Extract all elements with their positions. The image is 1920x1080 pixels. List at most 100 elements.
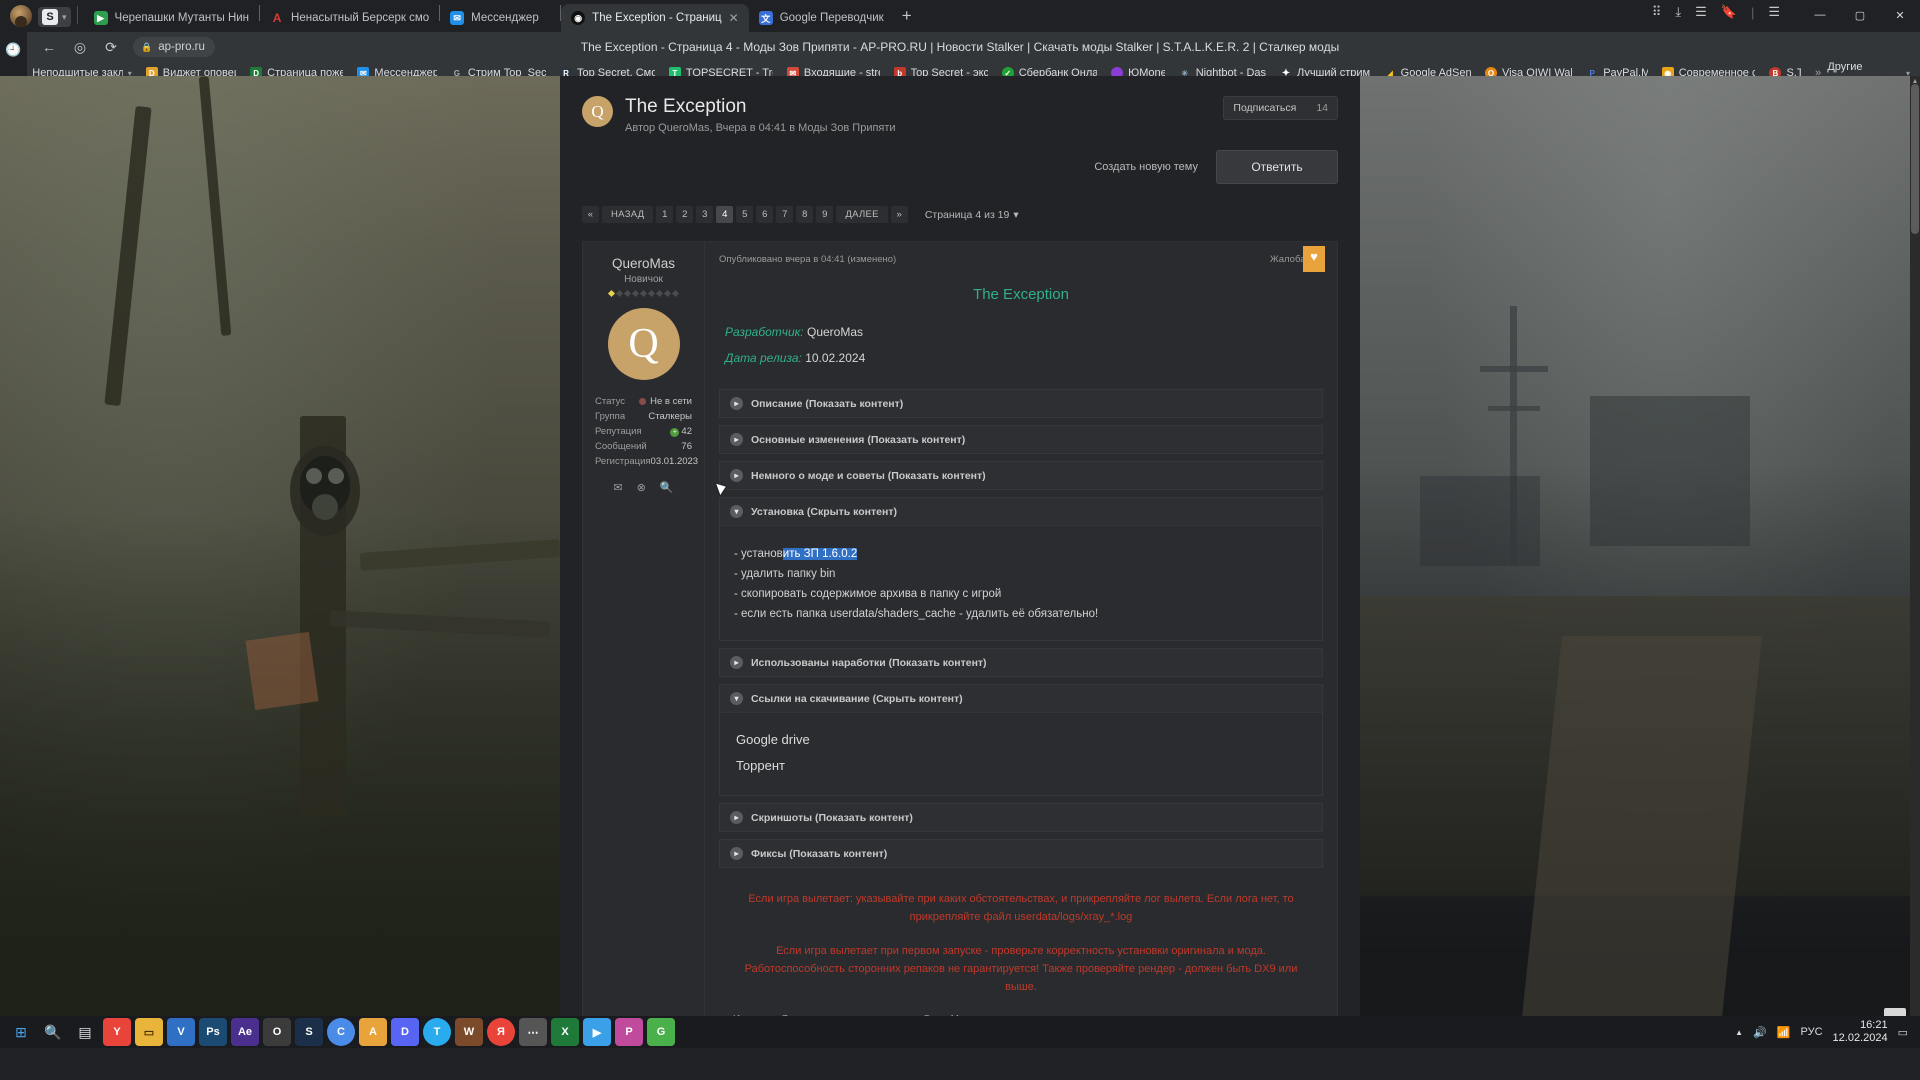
page-last[interactable]: »: [890, 206, 908, 223]
page-info[interactable]: Страница 4 из 19 ▾: [925, 209, 1019, 221]
taskbar-app-explorer[interactable]: ▭: [134, 1017, 164, 1047]
spoiler-header[interactable]: ▸ Фиксы (Показать контент): [720, 840, 1322, 867]
taskbar-app-winrar[interactable]: W: [454, 1017, 484, 1047]
scrollbar-thumb[interactable]: [1911, 84, 1919, 234]
close-button[interactable]: ✕: [1880, 0, 1920, 30]
search-icon[interactable]: 🔍: [38, 1017, 68, 1047]
page-number[interactable]: 9: [816, 206, 834, 223]
browser-tab[interactable]: ▶ Черепашки Мутанты Нин: [84, 4, 260, 32]
tray-chevron-icon[interactable]: ▲: [1735, 1028, 1743, 1037]
page-number[interactable]: 7: [776, 206, 794, 223]
spoiler-block[interactable]: ▸ Основные изменения (Показать контент): [719, 425, 1323, 454]
spoiler-header[interactable]: ▾ Ссылки на скачивание (Скрыть контент): [720, 685, 1322, 712]
apps-grid-icon[interactable]: ⠿: [1652, 4, 1662, 20]
taskbar-app-paint[interactable]: P: [614, 1017, 644, 1047]
taskbar-app-yandex[interactable]: Y: [102, 1017, 132, 1047]
spoiler-header[interactable]: ▸ Основные изменения (Показать контент): [720, 426, 1322, 453]
spoiler-header[interactable]: ▸ Использованы наработки (Показать конте…: [720, 649, 1322, 676]
back-arrow-icon[interactable]: ←: [40, 39, 58, 55]
network-icon[interactable]: 📶: [1777, 1026, 1791, 1039]
taskbar-app-chrome[interactable]: C: [326, 1017, 356, 1047]
taskbar-app-photoshop[interactable]: Ps: [198, 1017, 228, 1047]
download-link[interactable]: Google drive: [736, 727, 1306, 753]
page-number-current[interactable]: 4: [716, 206, 734, 223]
post-timestamp: Опубликовано вчера в 04:41 (изменено): [719, 253, 897, 265]
profile-switcher[interactable]: S ▾: [38, 7, 71, 27]
minimize-button[interactable]: —: [1800, 0, 1840, 30]
page-number[interactable]: 2: [676, 206, 694, 223]
reply-button[interactable]: Ответить: [1216, 150, 1338, 184]
spoiler-header[interactable]: ▸ Описание (Показать контент): [720, 390, 1322, 417]
spoiler-block-downloads[interactable]: ▾ Ссылки на скачивание (Скрыть контент) …: [719, 684, 1323, 796]
taskbar-app-battlenet[interactable]: A: [358, 1017, 388, 1047]
spoiler-header[interactable]: ▸ Немного о моде и советы (Показать конт…: [720, 462, 1322, 489]
maximize-button[interactable]: ▢: [1840, 0, 1880, 30]
author-avatar[interactable]: Q: [607, 308, 680, 380]
report-link[interactable]: Жалоба: [1270, 254, 1306, 265]
tab-title: Черепашки Мутанты Нин: [114, 12, 250, 24]
new-tab-button[interactable]: +: [894, 3, 920, 29]
tab-title: Google Переводчик: [779, 12, 884, 24]
spoiler-block[interactable]: ▸ Скриншоты (Показать контент): [719, 803, 1323, 832]
spoiler-header[interactable]: ▾ Установка (Скрыть контент): [720, 498, 1322, 525]
page-first[interactable]: «: [582, 206, 599, 223]
taskbar-app-discord[interactable]: D: [390, 1017, 420, 1047]
page-number[interactable]: 5: [736, 206, 754, 223]
envelope-icon[interactable]: ✉: [613, 481, 622, 494]
page-number[interactable]: 3: [696, 206, 714, 223]
taskbar-app-more[interactable]: ⋯: [518, 1017, 548, 1047]
download-icon[interactable]: ⤓: [1675, 4, 1681, 20]
page-scrollbar[interactable]: ▲ ▼: [1910, 76, 1920, 1048]
page-number[interactable]: 1: [656, 206, 674, 223]
taskbar-app-yandex-browser[interactable]: Я: [486, 1017, 516, 1047]
browser-tab-active[interactable]: ◉ The Exception - Страниц ✕: [561, 4, 749, 32]
taskbar-app-excel[interactable]: X: [550, 1017, 580, 1047]
close-icon[interactable]: ✕: [729, 11, 739, 25]
heart-icon[interactable]: ♥: [1303, 246, 1325, 272]
tray-language[interactable]: РУС: [1801, 1026, 1823, 1038]
browser-tab[interactable]: ✉ Мессенджер: [440, 4, 560, 32]
page-number[interactable]: 6: [756, 206, 774, 223]
reload-icon[interactable]: ⟳: [102, 39, 120, 56]
taskbar-app-steam[interactable]: S: [294, 1017, 324, 1047]
address-bar[interactable]: 🔒 ap-pro.ru: [133, 37, 215, 57]
taskbar-app-aftereffects[interactable]: Ae: [230, 1017, 260, 1047]
profile-avatar[interactable]: [10, 5, 32, 27]
taskbar-clock[interactable]: 16:21 12.02.2024: [1833, 1019, 1888, 1045]
spoiler-block[interactable]: ▸ Описание (Показать контент): [719, 389, 1323, 418]
taskbar-app-player[interactable]: ▶: [582, 1017, 612, 1047]
task-view-icon[interactable]: ▤: [70, 1017, 100, 1047]
topic-avatar[interactable]: Q: [582, 96, 613, 127]
notifications-icon[interactable]: ▭: [1898, 1026, 1908, 1039]
history-icon[interactable]: 🕘: [4, 40, 24, 60]
page-prev[interactable]: НАЗАД: [602, 206, 654, 223]
taskbar-app-greenshot[interactable]: G: [646, 1017, 676, 1047]
page-next[interactable]: ДАЛЕЕ: [836, 206, 888, 223]
menu-icon[interactable]: ☰: [1768, 4, 1780, 20]
spoiler-block[interactable]: ▸ Немного о моде и советы (Показать конт…: [719, 461, 1323, 490]
circle-x-icon[interactable]: ⊗: [637, 481, 646, 494]
follow-button[interactable]: Подписаться 14: [1223, 96, 1338, 120]
taskbar-app-obs[interactable]: O: [262, 1017, 292, 1047]
bookmark-icon[interactable]: 🔖: [1721, 4, 1737, 20]
spoiler-block[interactable]: ▸ Фиксы (Показать контент): [719, 839, 1323, 868]
spoiler-label: Установка (Скрыть контент): [751, 505, 897, 518]
download-link[interactable]: Торрент: [736, 753, 1306, 779]
spoiler-block[interactable]: ▸ Использованы наработки (Показать конте…: [719, 648, 1323, 677]
taskbar-app-telegram[interactable]: T: [422, 1017, 452, 1047]
windows-start-icon[interactable]: ⊞: [6, 1017, 36, 1047]
rank-pip: [663, 289, 672, 298]
browser-tab[interactable]: A Ненасытный Берсерк смо: [260, 4, 439, 32]
list-icon[interactable]: ☰: [1695, 4, 1707, 20]
spoiler-block-install[interactable]: ▾ Установка (Скрыть контент) - установит…: [719, 497, 1323, 641]
author-name[interactable]: QueroMas: [591, 256, 696, 271]
browser-tab[interactable]: 文 Google Переводчик: [749, 4, 894, 32]
shield-icon[interactable]: ◎: [71, 39, 89, 56]
new-topic-link[interactable]: Создать новую тему: [1094, 161, 1198, 173]
page-number[interactable]: 8: [796, 206, 814, 223]
tab-favicon: ◉: [571, 11, 586, 25]
search-icon[interactable]: 🔍: [660, 481, 674, 494]
taskbar-app-vegas[interactable]: V: [166, 1017, 196, 1047]
spoiler-header[interactable]: ▸ Скриншоты (Показать контент): [720, 804, 1322, 831]
volume-icon[interactable]: 🔊: [1753, 1026, 1767, 1039]
